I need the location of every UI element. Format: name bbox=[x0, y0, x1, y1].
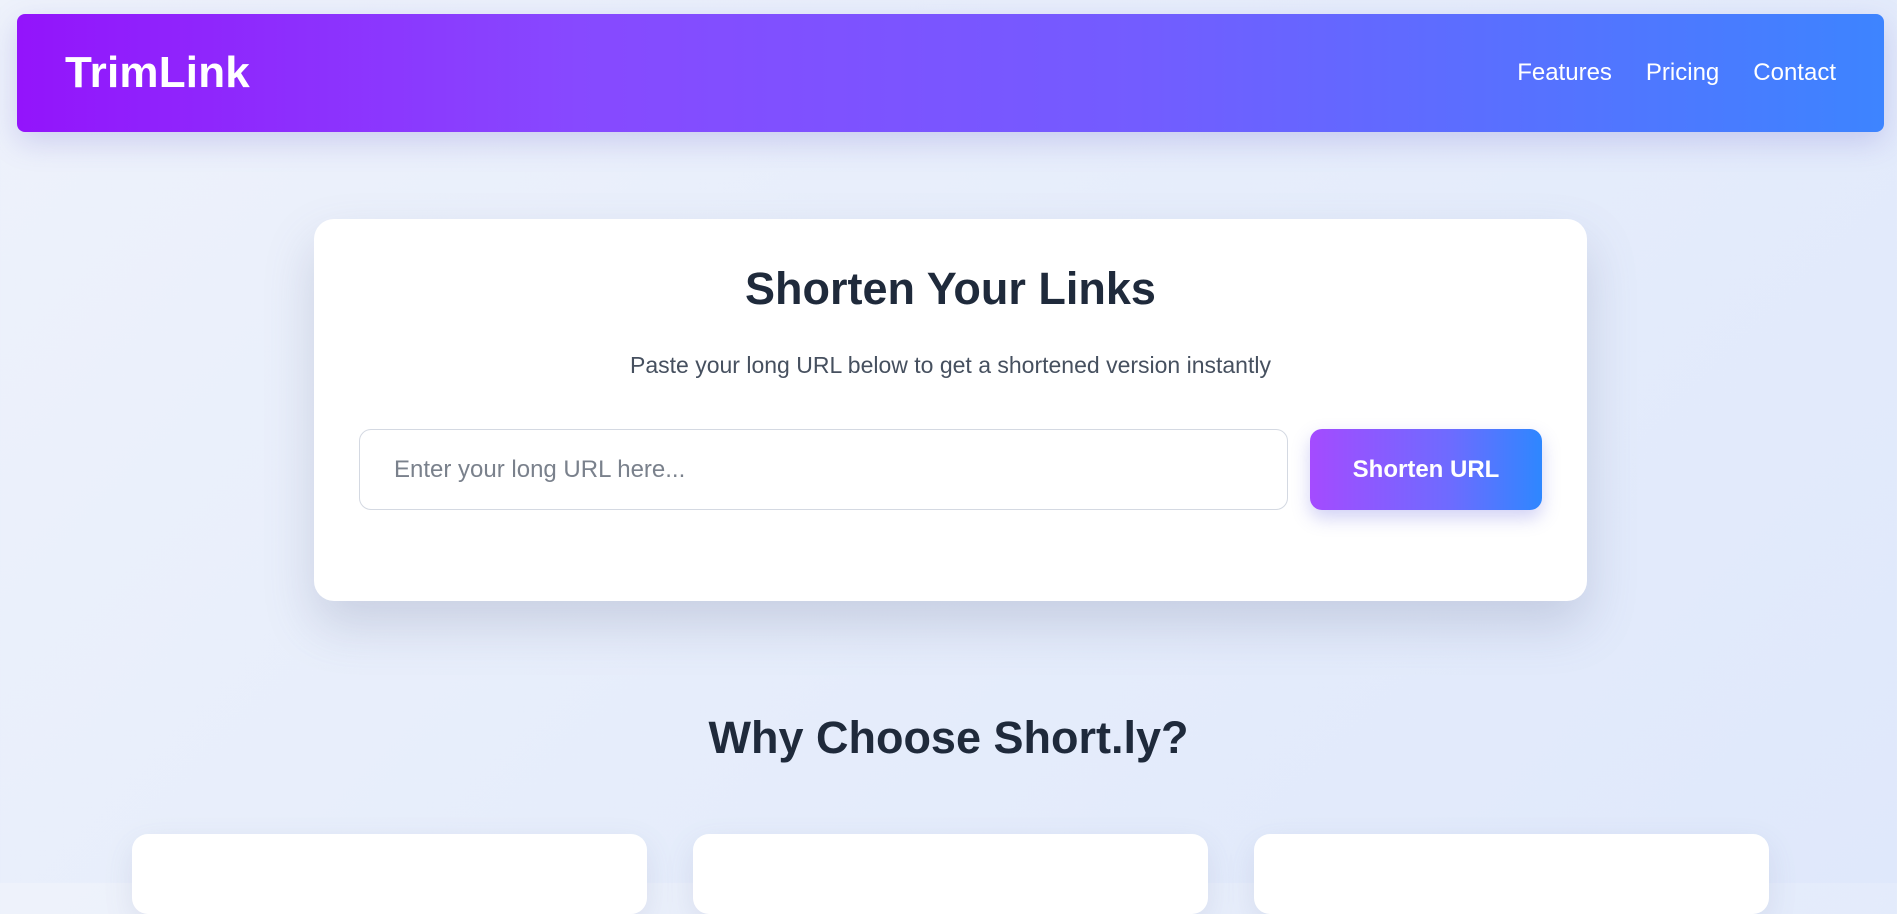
feature-card bbox=[1254, 834, 1769, 914]
shorten-url-button[interactable]: Shorten URL bbox=[1310, 429, 1542, 510]
nav-menu: Features Pricing Contact bbox=[1517, 59, 1836, 87]
brand-logo[interactable]: TrimLink bbox=[65, 48, 250, 98]
top-navbar: TrimLink Features Pricing Contact bbox=[17, 14, 1884, 132]
hero-subtitle: Paste your long URL below to get a short… bbox=[630, 352, 1271, 378]
nav-link-features[interactable]: Features bbox=[1517, 59, 1612, 87]
long-url-input[interactable] bbox=[359, 429, 1288, 510]
nav-link-pricing[interactable]: Pricing bbox=[1646, 59, 1719, 87]
nav-link-contact[interactable]: Contact bbox=[1753, 59, 1836, 87]
features-section-title: Why Choose Short.ly? bbox=[708, 712, 1189, 763]
feature-card bbox=[693, 834, 1208, 914]
feature-card bbox=[132, 834, 647, 914]
shortener-card: Shorten Your Links Paste your long URL b… bbox=[314, 219, 1587, 601]
hero-title: Shorten Your Links bbox=[745, 263, 1156, 314]
